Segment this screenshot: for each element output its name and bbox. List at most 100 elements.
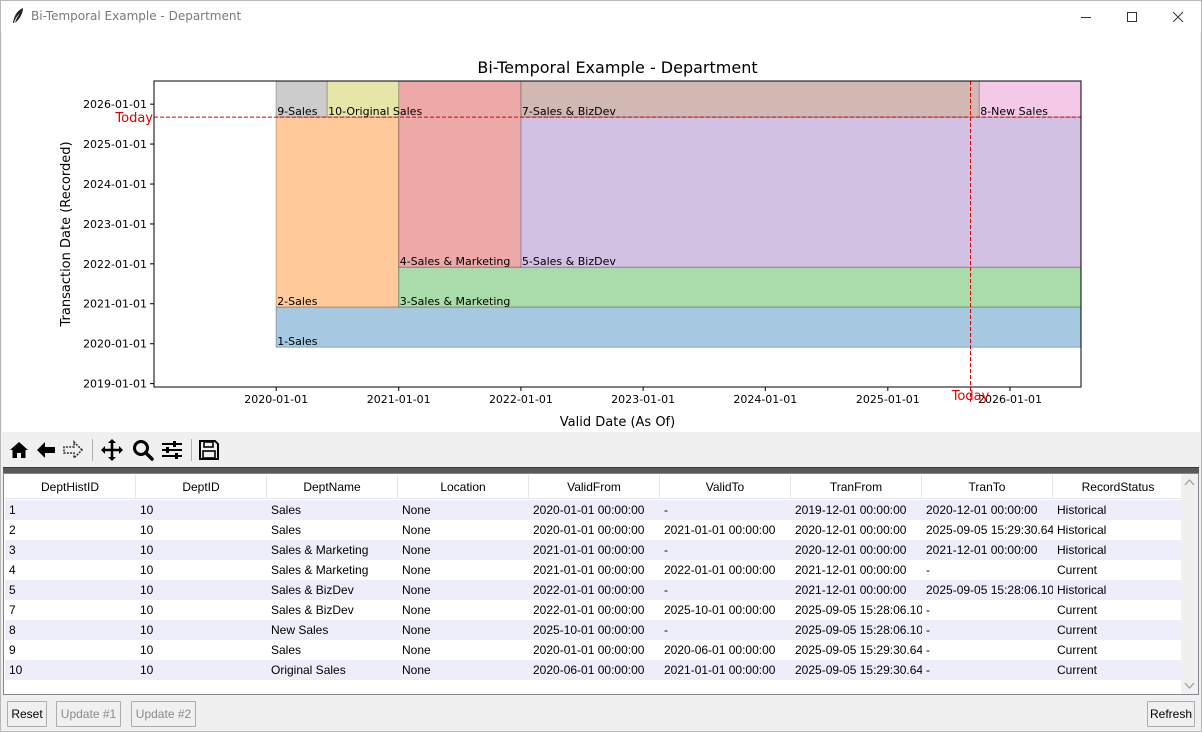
record-label: 4-Sales & Marketing xyxy=(400,255,511,268)
table-cell: None xyxy=(402,503,431,517)
table-cell: 10 xyxy=(140,563,154,577)
vertical-scrollbar[interactable] xyxy=(1181,474,1198,694)
table-cell: Sales & Marketing xyxy=(271,563,369,577)
reset-button[interactable]: Reset xyxy=(7,701,47,727)
table-row[interactable]: 9 10 Sales None 2020-01-01 00:00:00 2020-06-0… xyxy=(5,640,1184,660)
table-cell: 4 xyxy=(9,563,16,577)
table-cell: 7 xyxy=(9,603,16,617)
column-header[interactable]: ValidFrom xyxy=(529,475,660,499)
maximize-icon xyxy=(1127,11,1137,22)
table-cell: 2025-09-05 15:28:06.103 xyxy=(795,603,922,617)
table-cell: - xyxy=(664,583,668,597)
table-cell: Historical xyxy=(1057,543,1107,557)
minimize-button[interactable] xyxy=(1063,1,1109,32)
column-header[interactable]: DeptHistID xyxy=(5,475,136,499)
update-2-button[interactable]: Update #2 xyxy=(131,701,196,727)
save-button[interactable] xyxy=(196,437,222,463)
column-header[interactable]: DeptName xyxy=(267,475,398,499)
scroll-down-icon[interactable] xyxy=(1181,677,1198,694)
table-cell: Historical xyxy=(1057,523,1107,537)
column-header[interactable]: Location xyxy=(398,475,529,499)
configure-subplots-button[interactable] xyxy=(159,437,185,463)
table-cell: 2021-12-01 00:00:00 xyxy=(795,583,907,597)
close-icon xyxy=(1172,11,1184,22)
table-row[interactable]: 10 10 Original Sales None 2020-06-01 00:00:0… xyxy=(5,660,1184,680)
table-cell: 10 xyxy=(140,643,154,657)
title-bar[interactable]: Bi-Temporal Example - Department xyxy=(1,1,1201,32)
column-header[interactable]: RecordStatus xyxy=(1053,475,1184,499)
maximize-button[interactable] xyxy=(1109,1,1155,32)
table-row[interactable]: 3 10 Sales & Marketing None 2021-01-01 00:00… xyxy=(5,540,1184,560)
table-cell: - xyxy=(926,603,930,617)
table-cell: 10 xyxy=(140,583,154,597)
update-1-button[interactable]: Update #1 xyxy=(56,701,121,727)
table-cell: 2020-01-01 00:00:00 xyxy=(533,503,645,517)
table-cell: 2020-01-01 00:00:00 xyxy=(533,643,645,657)
table-cell: 2020-01-01 00:00:00 xyxy=(533,523,645,537)
refresh-button[interactable]: Refresh xyxy=(1147,701,1195,727)
table-row[interactable]: 7 10 Sales & BizDev None 2022-01-01 00:00:00… xyxy=(5,600,1184,620)
home-button[interactable] xyxy=(6,437,32,463)
table-header: DeptHistID DeptID DeptName Location ValidFro… xyxy=(5,475,1184,499)
table-cell: 1 xyxy=(9,503,16,517)
record-rect xyxy=(520,116,1082,268)
column-header[interactable]: TranTo xyxy=(922,475,1053,499)
column-header[interactable]: TranFrom xyxy=(791,475,922,499)
zoom-icon xyxy=(133,440,154,461)
record-label: 3-Sales & Marketing xyxy=(400,295,511,308)
table-cell: - xyxy=(664,543,668,557)
table-cell: 10 xyxy=(140,623,154,637)
y-tick-label: 2020-01-01 xyxy=(83,338,147,351)
table-cell: Sales xyxy=(271,503,302,517)
table-cell: 10 xyxy=(140,663,154,677)
table-cell: 2025-09-05 15:29:30.644 xyxy=(795,663,922,677)
table-cell: None xyxy=(402,623,431,637)
table-cell: Original Sales xyxy=(271,663,346,677)
table-cell: - xyxy=(926,563,930,577)
table-cell: - xyxy=(926,663,930,677)
scroll-up-icon[interactable] xyxy=(1181,474,1198,491)
table-cell: 8 xyxy=(9,623,16,637)
records-table[interactable]: DeptHistID DeptID DeptName Location ValidFro… xyxy=(3,473,1199,695)
table-cell: 10 xyxy=(9,663,23,677)
column-header[interactable]: DeptID xyxy=(136,475,267,499)
table-cell: - xyxy=(664,503,668,517)
app-window: Bi-Temporal Example - Department 1-Sales… xyxy=(0,0,1202,732)
forward-button[interactable] xyxy=(60,437,86,463)
x-tick-label: 2022-01-01 xyxy=(489,393,553,406)
table-cell: 2021-01-01 00:00:00 xyxy=(664,523,776,537)
table-cell: None xyxy=(402,603,431,617)
table-cell: None xyxy=(402,663,431,677)
table-cell: Sales xyxy=(271,643,302,657)
toolbar-separator xyxy=(191,439,192,461)
table-row[interactable]: 5 10 Sales & BizDev None 2022-01-01 00:00:00… xyxy=(5,580,1184,600)
table-cell: 2020-12-01 00:00:00 xyxy=(795,523,907,537)
column-header[interactable]: ValidTo xyxy=(660,475,791,499)
plot-toolbar xyxy=(2,433,1200,467)
minimize-icon xyxy=(1081,16,1091,18)
y-tick-label: 2024-01-01 xyxy=(83,178,147,191)
y-tick-label: 2021-01-01 xyxy=(83,298,147,311)
table-cell: 2021-12-01 00:00:00 xyxy=(926,543,1038,557)
table-row[interactable]: 4 10 Sales & Marketing None 2021-01-01 00:00… xyxy=(5,560,1184,580)
zoom-button[interactable] xyxy=(130,437,156,463)
table-row[interactable]: 1 10 Sales None 2020-01-01 00:00:00 - 2019-12-… xyxy=(5,500,1184,520)
back-button[interactable] xyxy=(33,437,59,463)
table-row[interactable]: 8 10 New Sales None 2025-10-01 00:00:00-2025… xyxy=(5,620,1184,640)
table-cell: 2021-01-01 00:00:00 xyxy=(533,563,645,577)
close-button[interactable] xyxy=(1155,1,1201,32)
record-label: 2-Sales xyxy=(277,295,318,308)
toolbar-separator xyxy=(92,439,93,461)
table-cell: 9 xyxy=(9,643,16,657)
table-cell: - xyxy=(926,643,930,657)
table-cell: 2 xyxy=(9,523,16,537)
table-cell: 2022-01-01 00:00:00 xyxy=(664,563,776,577)
x-tick-label: 2024-01-01 xyxy=(733,393,797,406)
table-cell: 10 xyxy=(140,543,154,557)
x-tick-label: 2020-01-01 xyxy=(244,393,308,406)
table-row[interactable]: 2 10 Sales None 2020-01-01 00:00:00 2021-01-0… xyxy=(5,520,1184,540)
record-label: 9-Sales xyxy=(277,105,318,118)
pan-button[interactable] xyxy=(99,437,125,463)
today-y-label: Today xyxy=(114,111,153,126)
record-label: 1-Sales xyxy=(277,335,318,348)
